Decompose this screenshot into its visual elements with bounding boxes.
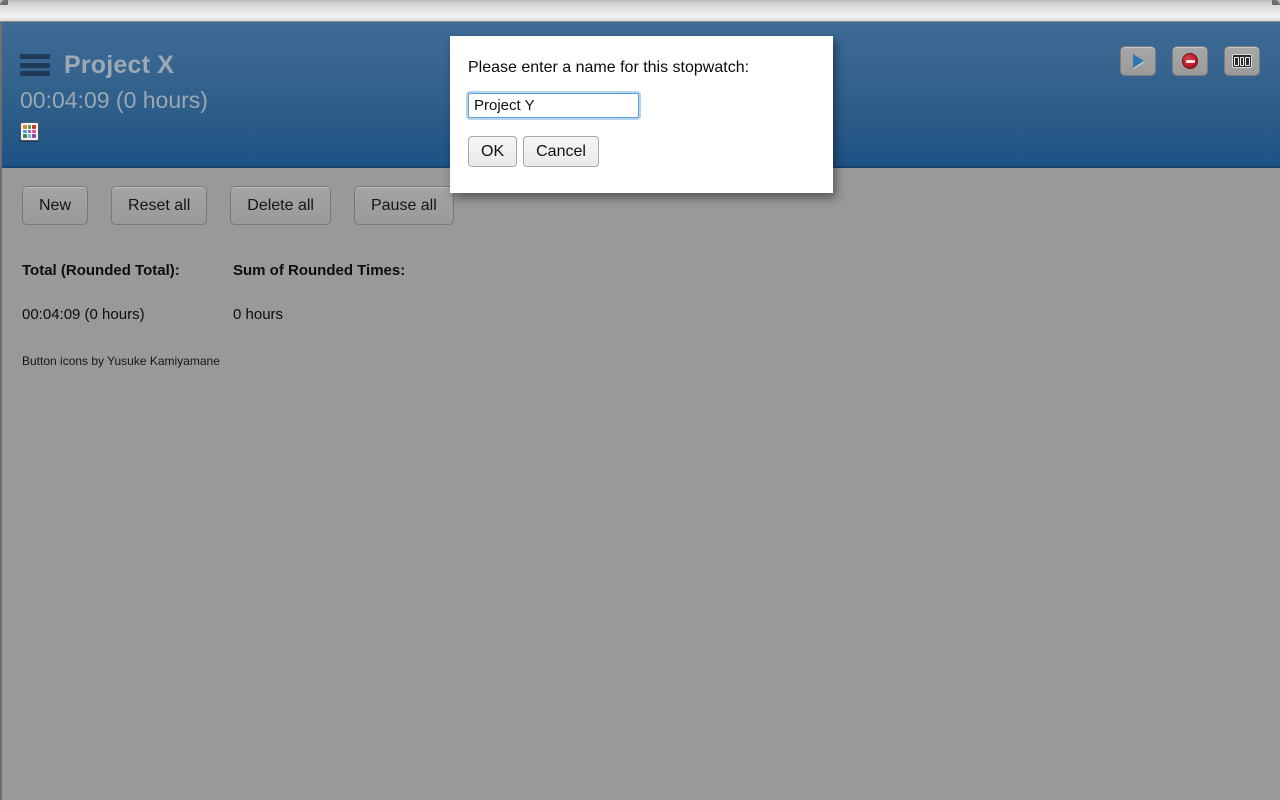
hamburger-bar-2 — [20, 62, 50, 68]
dialog-input-wrap — [450, 77, 833, 119]
palette-swatch-2 — [27, 125, 32, 129]
palette-swatch-8 — [27, 134, 32, 138]
name-prompt-dialog: Please enter a name for this stopwatch: … — [450, 36, 833, 194]
elapsed-time: 00:04:09 (0 hours) — [20, 87, 208, 113]
dialog-message: Please enter a name for this stopwatch: — [468, 59, 750, 76]
hamburger-menu-icon[interactable] — [20, 54, 50, 76]
sum-label: Sum of Rounded Times: — [233, 262, 406, 279]
counter-digit-1 — [1234, 56, 1239, 66]
totals-section: Total (Rounded Total): 00:04:09 (0 hours… — [22, 262, 1260, 323]
screen: Project X 00:04:09 (0 hours) New Reset a… — [0, 0, 1280, 800]
counter-button[interactable] — [1224, 46, 1260, 76]
palette-swatch-6 — [32, 129, 36, 134]
dialog-buttons: OK Cancel — [450, 118, 833, 168]
sum-column: Sum of Rounded Times: 0 hours — [233, 262, 533, 323]
chrome-corner-left — [0, 0, 8, 5]
pause-all-button[interactable]: Pause all — [353, 186, 454, 225]
total-label: Total (Rounded Total): — [22, 262, 180, 279]
browser-chrome-bar — [0, 0, 1280, 22]
reset-all-button[interactable]: Reset all — [111, 186, 208, 225]
sum-value: 0 hours — [233, 306, 284, 323]
total-value: 00:04:09 (0 hours) — [22, 306, 145, 323]
palette-swatch-5 — [27, 129, 32, 134]
new-button[interactable]: New — [22, 186, 89, 225]
main-content: New Reset all Delete all Pause all Total… — [2, 168, 1280, 368]
hamburger-bar-3 — [20, 71, 50, 76]
counter-icon — [1232, 54, 1252, 68]
page-viewport: Project X 00:04:09 (0 hours) New Reset a… — [0, 22, 1280, 800]
ok-button[interactable]: OK — [468, 136, 518, 168]
cancel-button[interactable]: Cancel — [523, 136, 599, 168]
play-icon — [1132, 54, 1144, 68]
hamburger-bar-1 — [20, 54, 50, 59]
title-row: Project X — [20, 48, 208, 82]
palette-swatch-9 — [32, 134, 36, 138]
color-palette-icon[interactable] — [20, 122, 39, 141]
chrome-corner-right — [1272, 0, 1280, 5]
page-title: Project X — [64, 50, 175, 79]
delete-all-button[interactable]: Delete all — [230, 186, 331, 225]
start-button[interactable] — [1120, 46, 1156, 76]
header-actions — [1120, 46, 1260, 76]
counter-digit-2 — [1239, 56, 1245, 66]
palette-swatch-4 — [23, 129, 27, 134]
stopwatch-name-input[interactable] — [468, 93, 639, 119]
palette-swatch-7 — [23, 134, 27, 138]
header-left-group: Project X 00:04:09 (0 hours) — [20, 48, 208, 141]
counter-digit-3 — [1245, 56, 1251, 66]
stop-circle-icon — [1182, 53, 1198, 69]
total-column: Total (Rounded Total): 00:04:09 (0 hours… — [22, 262, 233, 323]
credit-text: Button icons by Yusuke Kamiyamane — [22, 354, 220, 368]
stop-button[interactable] — [1172, 46, 1208, 76]
palette-swatch-1 — [23, 125, 27, 129]
palette-swatch-3 — [32, 125, 36, 129]
